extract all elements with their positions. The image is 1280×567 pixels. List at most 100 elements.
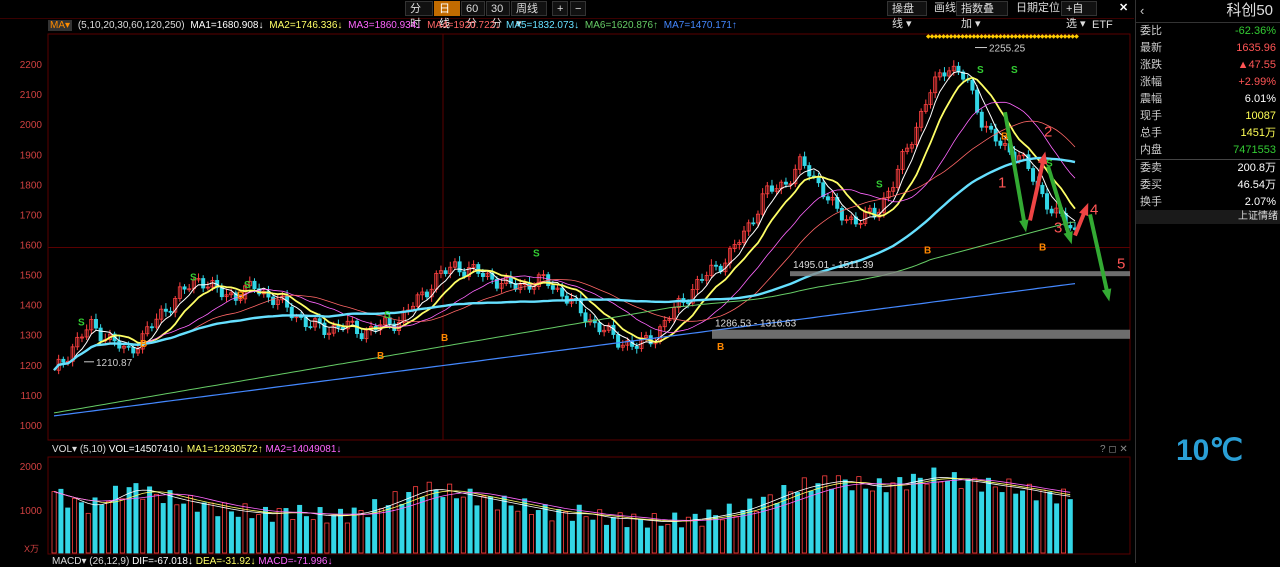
quote-row: 委比 -62.36%: [1136, 23, 1280, 40]
volume-bar: [863, 488, 869, 554]
volume-bar: [958, 488, 964, 554]
candle-body: [476, 264, 481, 274]
candle-body: [201, 278, 206, 289]
volume-bar: [924, 483, 930, 554]
volume-bar: [699, 525, 705, 554]
chevron-left-icon[interactable]: ‹: [1140, 0, 1144, 22]
volume-bar: [842, 479, 848, 554]
support-zone: [790, 271, 1130, 277]
candle-body: [98, 327, 103, 342]
volume-bar: [631, 513, 637, 554]
sell-mark: S: [977, 65, 984, 76]
volume-bar: [358, 510, 364, 554]
volume-bar: [794, 492, 800, 554]
y-tick-label: 1800: [20, 180, 43, 191]
candle-body: [149, 326, 154, 329]
volume-bar: [440, 497, 446, 554]
candle-body: [686, 302, 691, 304]
quote-label: 震幅: [1140, 93, 1162, 105]
volume-bar: [740, 509, 746, 554]
candle-body: [1049, 208, 1054, 214]
macd-params: (26,12,9): [89, 556, 130, 567]
volume-bar: [897, 477, 903, 554]
quote-label: 内盘: [1140, 144, 1162, 156]
volume-bar: [92, 497, 98, 554]
volume-bar: [665, 523, 671, 554]
volume-bar: [501, 495, 507, 554]
high-label: 2255.25: [989, 44, 1026, 55]
volume-bar: [590, 519, 596, 554]
quote-title-bar: ‹ 科创50: [1136, 0, 1280, 23]
vol-value: VOL=14507410↓: [108, 444, 185, 455]
volume-bar: [672, 512, 678, 554]
volume-bar: [324, 522, 330, 554]
volume-bar: [140, 498, 146, 554]
volume-bar: [883, 492, 889, 554]
vol-ma2: MA2=14049081↓: [265, 444, 342, 455]
volume-bar: [583, 516, 589, 554]
sell-mark: S: [78, 318, 85, 329]
candle-body: [597, 322, 602, 333]
volume-bar: [767, 494, 773, 554]
volume-bar: [174, 504, 180, 554]
volume-bar: [392, 491, 398, 554]
macd-dif: DIF=-67.018↓: [132, 556, 193, 567]
volume-bar: [1026, 483, 1032, 554]
buy-mark: B: [441, 333, 448, 344]
volume-bar: [624, 527, 630, 554]
volume-bar: [829, 488, 835, 554]
candle-body: [714, 264, 719, 267]
volume-bar: [1067, 499, 1073, 554]
quote-value: ▲47.55: [1237, 59, 1276, 71]
candle-body: [271, 296, 276, 305]
quote-label: 委卖: [1140, 162, 1162, 174]
candle-body: [1068, 224, 1073, 229]
candle-body: [550, 285, 555, 290]
vol-panel-controls[interactable]: ? ◻ ✕: [1100, 444, 1128, 455]
volume-bar: [535, 510, 541, 554]
volume-bar: [51, 491, 57, 554]
volume-bar: [119, 498, 125, 554]
buy-mark: B: [377, 351, 384, 362]
wave-label: 2: [1044, 123, 1052, 140]
ma-line-7: [53, 283, 1076, 417]
volume-bar: [726, 503, 732, 554]
volume-bar: [529, 514, 535, 554]
volume-bar: [808, 490, 814, 554]
wave-label: 1: [998, 174, 1006, 191]
volume-bar: [1054, 503, 1060, 554]
quote-row: 最新 1635.96: [1136, 40, 1280, 57]
volume-bar: [979, 491, 985, 554]
volume-bar: [303, 516, 309, 554]
macd-selector[interactable]: MACD▾: [52, 556, 86, 567]
volume-bar: [638, 518, 644, 554]
wave-label: 3: [1054, 219, 1062, 236]
wave-label: 5: [1117, 256, 1125, 273]
candle-body: [1045, 193, 1050, 210]
vol-selector[interactable]: VOL▾: [52, 444, 77, 455]
y-tick-label: 1100: [20, 391, 42, 402]
candle-body: [769, 185, 774, 192]
volume-bar: [938, 481, 944, 554]
candle-body: [975, 89, 980, 113]
quote-value: 7471553: [1233, 144, 1276, 156]
sell-mark: S: [244, 280, 251, 291]
kline-chart[interactable]: 2200 2100 2000 1900 1800 1700 1600 1500 1400 1300…: [0, 0, 1134, 563]
quote-row: 涨幅 +2.99%: [1136, 74, 1280, 91]
volume-bar: [222, 502, 228, 554]
volume-bar: [160, 503, 166, 554]
section-header[interactable]: 上证情绪: [1136, 210, 1280, 224]
quote-value: 6.01%: [1244, 93, 1276, 105]
volume-bar: [774, 503, 780, 554]
candle-body: [979, 111, 984, 128]
volume-bar: [849, 490, 855, 554]
volume-bar: [187, 494, 193, 554]
volume-bar: [876, 478, 882, 554]
down-arrow-head: [1063, 230, 1073, 245]
volume-bar: [890, 482, 896, 554]
zone-label: 1495.01 - 1511.39: [793, 260, 874, 271]
volume-bar: [331, 515, 337, 554]
volume-bar: [467, 488, 473, 554]
volume-bar: [133, 483, 139, 554]
volume-bar: [1020, 490, 1026, 554]
